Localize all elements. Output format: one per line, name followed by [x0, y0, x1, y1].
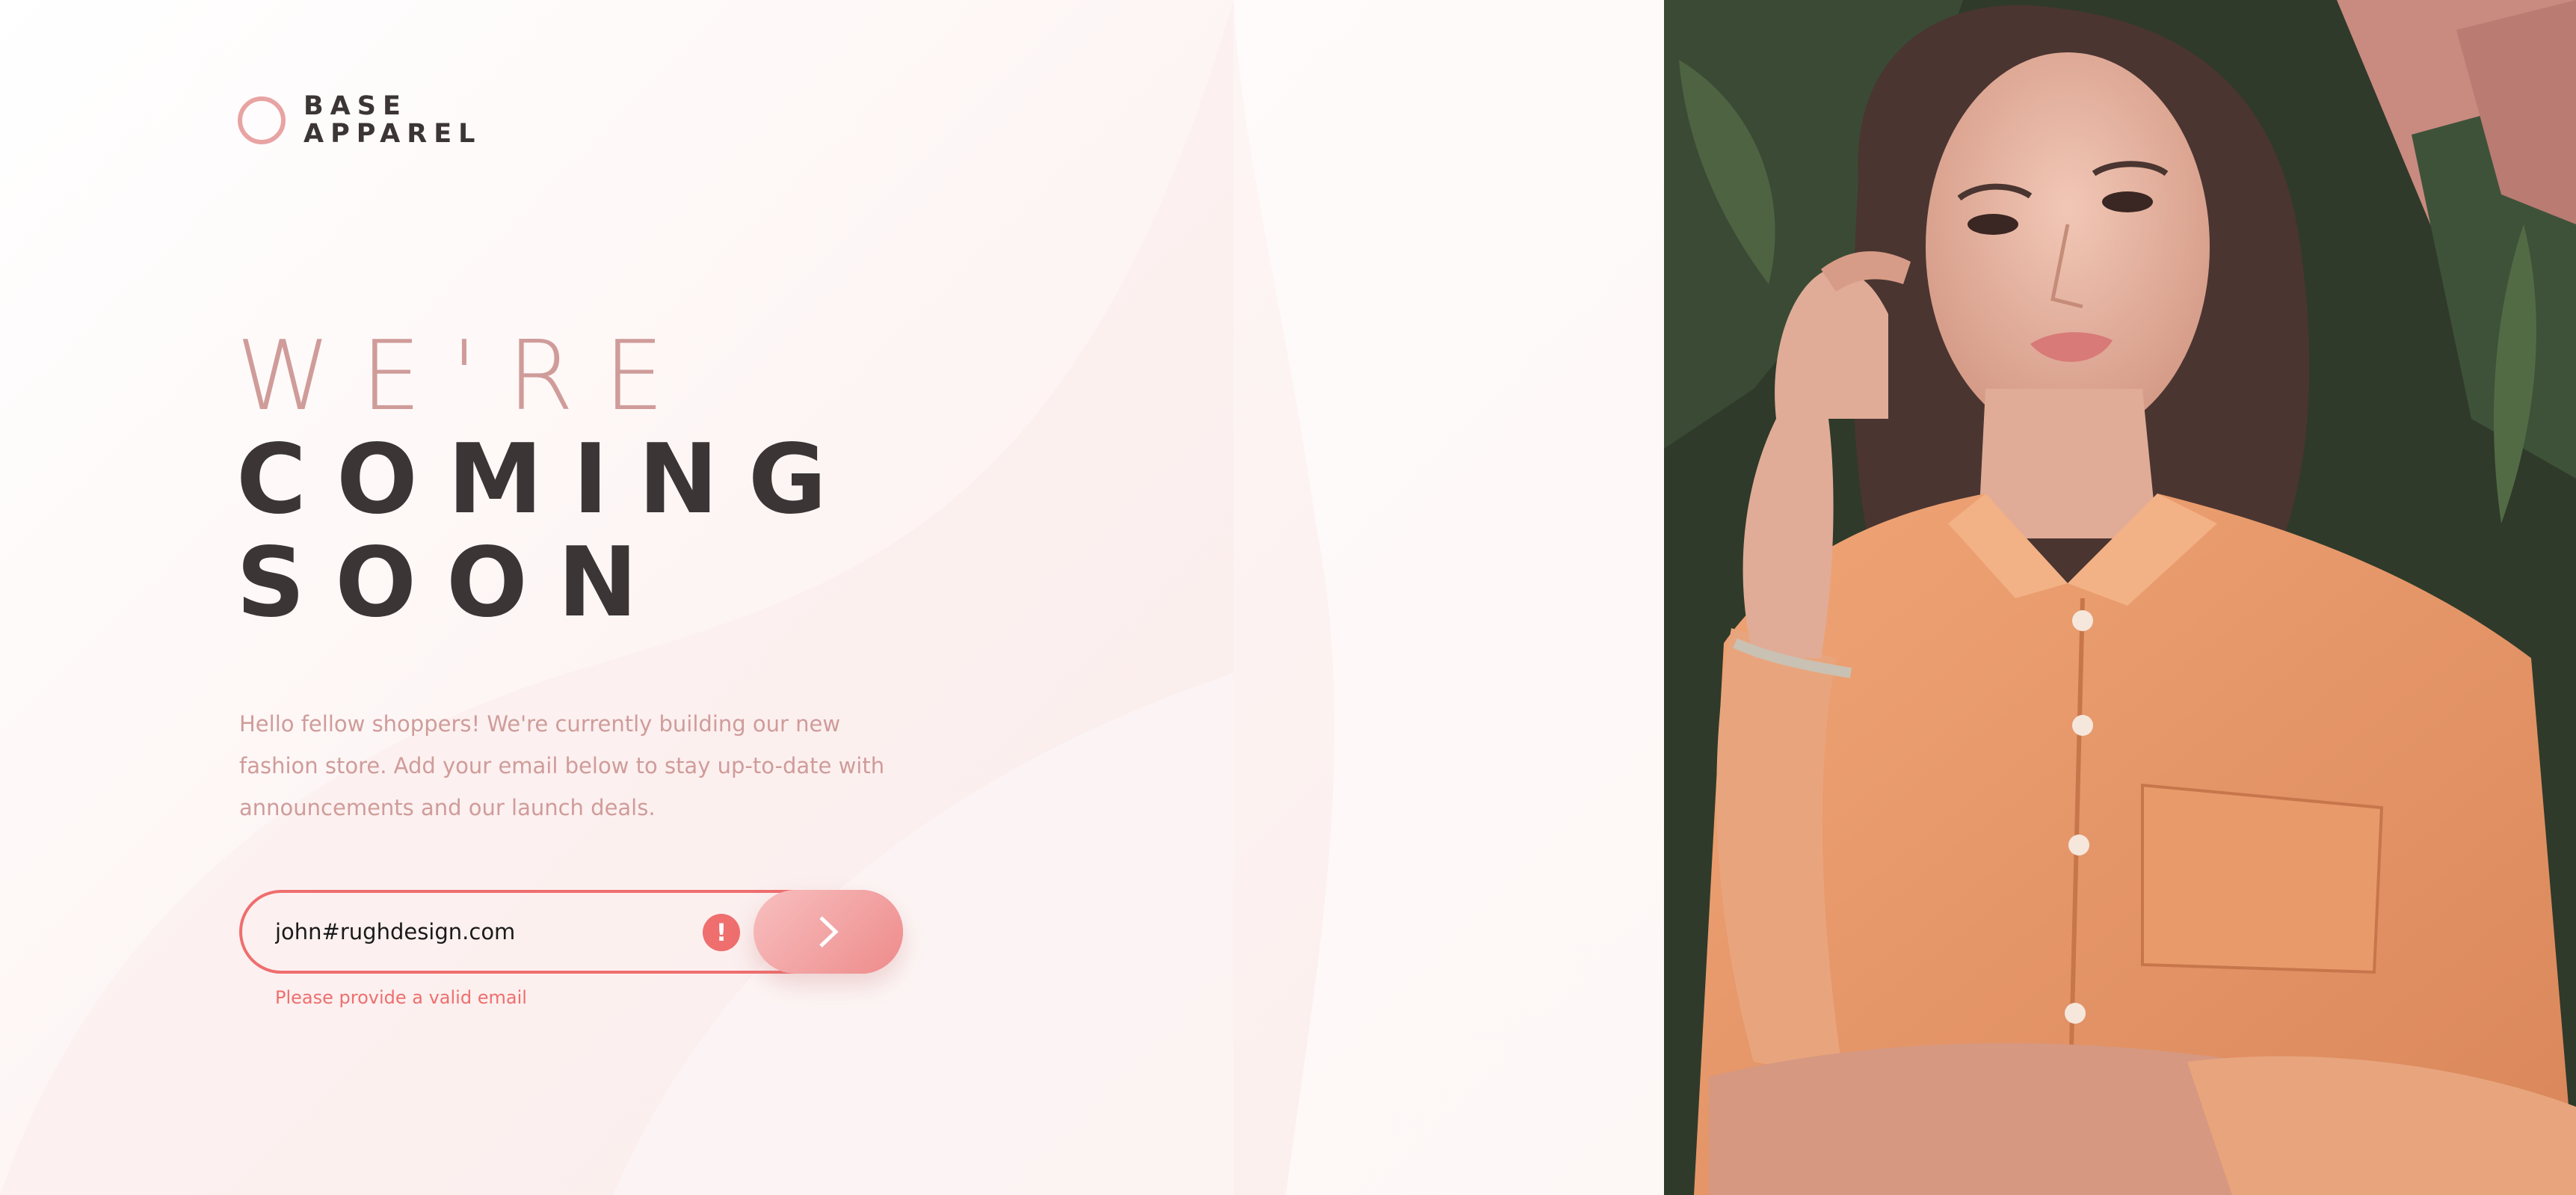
brand-logo[interactable]: BASE APPAREL — [238, 93, 481, 148]
submit-button[interactable] — [754, 890, 903, 974]
error-icon: ! — [703, 914, 740, 951]
hero-image — [1664, 0, 2576, 1195]
content-panel: BASE APPAREL WE'RE COMING SOON Hello fel… — [0, 0, 1664, 1195]
error-message: Please provide a valid email — [275, 987, 527, 1008]
subscribe-form: ! — [239, 890, 903, 974]
logo-line-1: BASE — [303, 91, 407, 121]
title-line-bold-2: SOON — [236, 527, 668, 639]
intro-paragraph: Hello fellow shoppers! We're currently b… — [239, 711, 885, 820]
logo-line-2: APPAREL — [303, 118, 482, 149]
title-line-light: WE'RE — [236, 321, 694, 432]
page-title: WE'RE COMING SOON — [236, 329, 857, 639]
title-line-bold-1: COMING — [236, 424, 857, 535]
model-photo — [1664, 0, 2576, 1195]
email-input[interactable] — [275, 911, 664, 953]
logo-ring-icon — [238, 96, 286, 144]
logo-wordmark: BASE APPAREL — [303, 93, 481, 148]
chevron-right-icon — [819, 916, 839, 947]
